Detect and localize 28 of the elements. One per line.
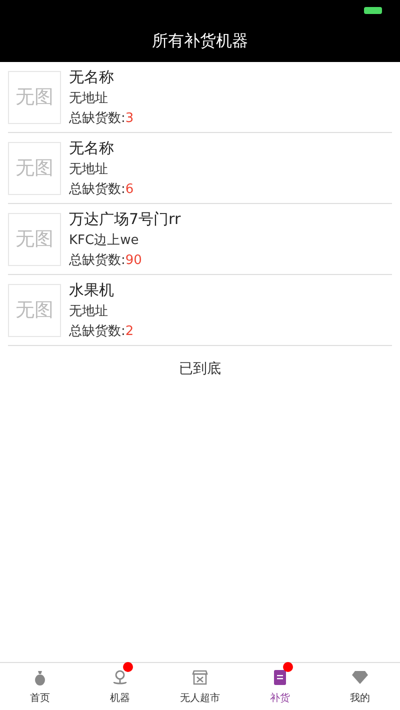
machine-address: 无地址 — [69, 160, 109, 178]
location-pin-icon — [111, 668, 129, 686]
no-image-text: 无图 — [16, 85, 54, 110]
shortage-count: 总缺货数:2 — [69, 322, 134, 340]
clipboard-icon — [271, 668, 289, 686]
shortage-count: 总缺货数:3 — [69, 110, 134, 126]
tab[interactable]: 首页 — [0, 663, 80, 710]
tab[interactable]: 无人超市 — [160, 663, 240, 710]
shortage-count: 总缺货数:6 — [69, 180, 134, 198]
machine-address: 无地址 — [69, 90, 109, 106]
machine-address: KFC边上we — [69, 232, 140, 248]
no-image-text: 无图 — [16, 298, 54, 323]
storefront-icon — [191, 668, 209, 686]
machine-name: 无名称 — [69, 138, 115, 158]
machine-name: 无名称 — [69, 68, 115, 86]
machine-address: 无地址 — [69, 302, 109, 320]
end-of-list-text: 已到底 — [179, 361, 221, 377]
tab[interactable]: 机器 — [80, 663, 160, 710]
diamond-icon — [351, 668, 369, 686]
tab[interactable]: 补货 — [240, 663, 320, 710]
page-title: 所有补货机器 — [152, 30, 248, 52]
battery-icon — [364, 6, 382, 14]
no-image-text: 无图 — [16, 156, 54, 181]
no-image-text: 无图 — [16, 227, 54, 252]
tab[interactable]: 我的 — [320, 663, 400, 710]
shortage-count: 总缺货数:90 — [69, 252, 143, 268]
machine-name: 万达广场7号门rr — [69, 210, 181, 228]
machine-name: 水果机 — [69, 280, 115, 300]
